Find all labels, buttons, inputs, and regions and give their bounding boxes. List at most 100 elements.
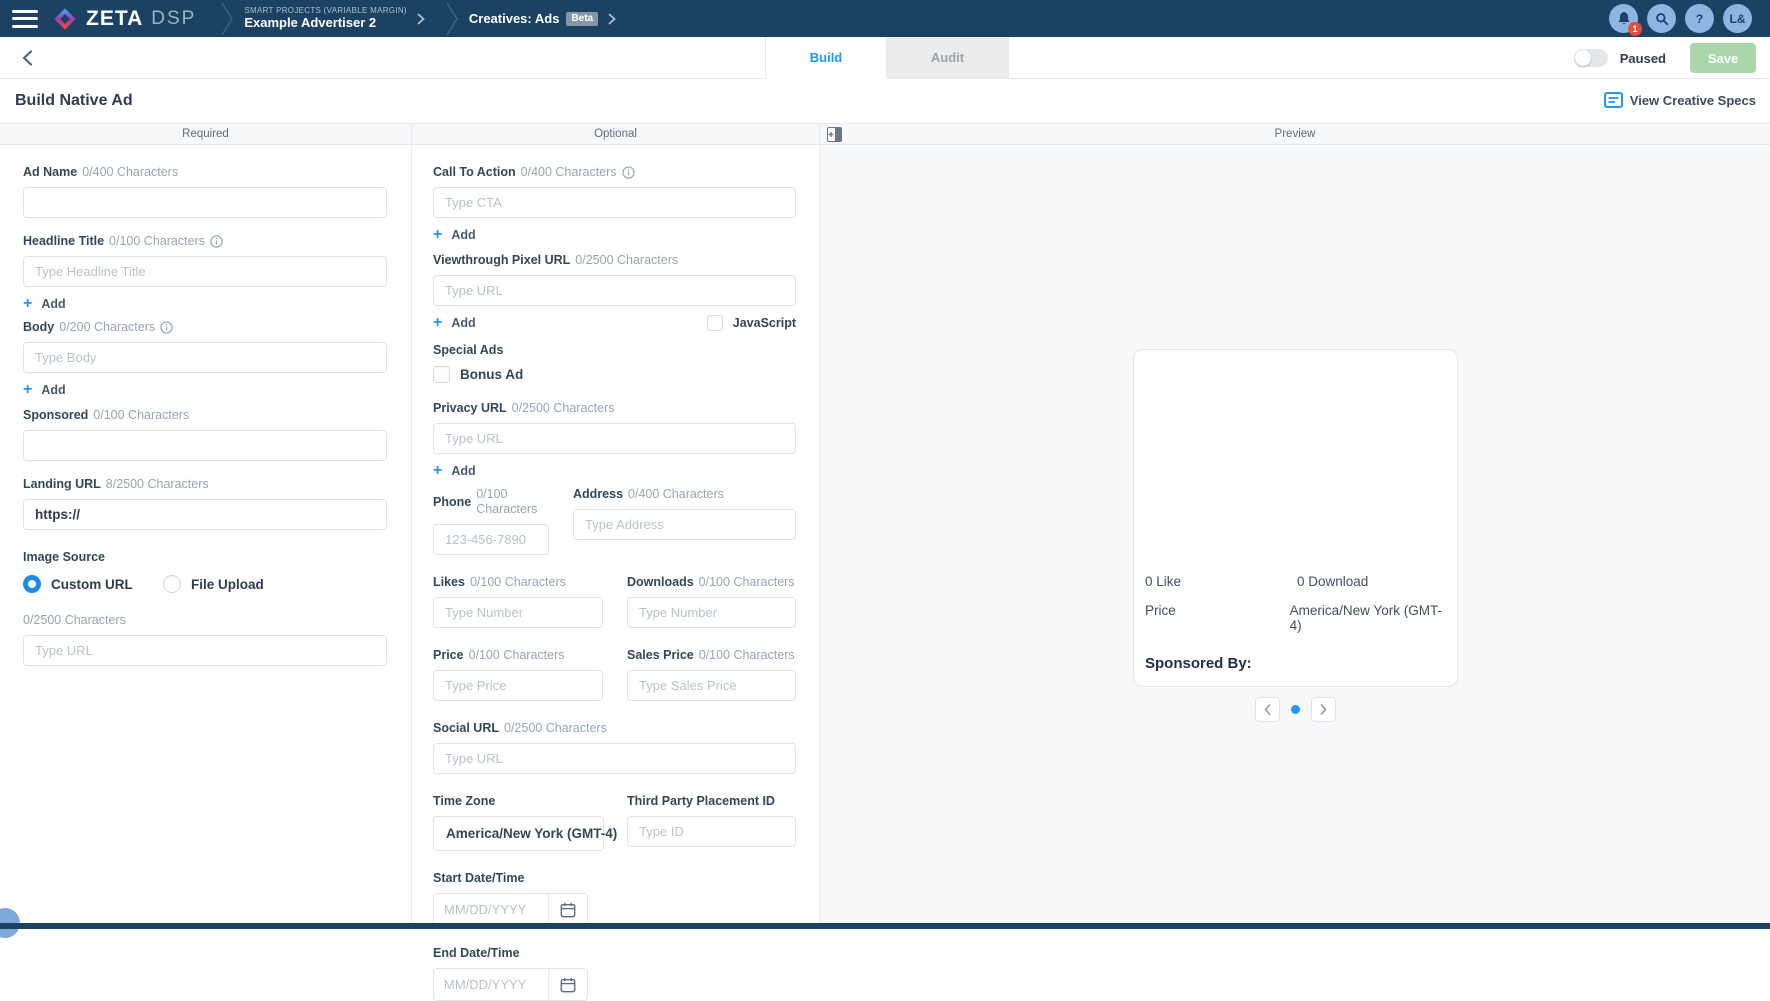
downloads-input[interactable] — [627, 597, 796, 628]
required-column-header: Required — [0, 124, 412, 144]
body-input[interactable] — [23, 342, 387, 373]
landing-url-input[interactable] — [23, 499, 387, 530]
sponsored-input[interactable] — [23, 430, 387, 461]
privacy-url-counter: 0/2500 Characters — [512, 401, 615, 416]
phone-input[interactable] — [433, 524, 549, 555]
address-input[interactable] — [573, 509, 796, 540]
brand-logo[interactable]: ZETA DSP — [52, 6, 196, 32]
plus-icon: + — [433, 316, 442, 330]
add-cta-button[interactable]: + Add — [433, 227, 476, 243]
view-creative-specs-link[interactable]: View Creative Specs — [1604, 92, 1756, 108]
viewthrough-input[interactable] — [433, 275, 796, 306]
notification-count-badge: 1 — [1628, 22, 1642, 36]
preview-timezone: America/New York (GMT-4) — [1290, 603, 1446, 633]
section-chevron-icon[interactable] — [608, 13, 616, 25]
likes-input[interactable] — [433, 597, 603, 628]
phone-group: Phone 0/100 Characters — [433, 487, 549, 555]
phone-label: Phone — [433, 495, 471, 510]
radio-file-upload[interactable]: File Upload — [163, 575, 264, 593]
preview-column: 0 Like 0 Download Price America/New York… — [820, 145, 1770, 923]
back-button[interactable] — [14, 45, 40, 71]
image-source-label: Image Source — [23, 550, 387, 565]
advertiser-chevron-icon[interactable] — [417, 13, 425, 25]
add-privacy-url-button[interactable]: + Add — [433, 463, 476, 479]
paused-toggle[interactable] — [1574, 49, 1608, 67]
image-url-input[interactable] — [23, 635, 387, 666]
sponsored-counter: 0/100 Characters — [93, 408, 189, 423]
sales-price-counter: 0/100 Characters — [699, 648, 795, 663]
ad-name-input[interactable] — [23, 187, 387, 218]
add-headline-button[interactable]: + Add — [23, 296, 66, 312]
footer-bar — [0, 923, 1770, 929]
title-bar: Build Native Ad View Creative Specs — [0, 79, 1770, 123]
price-group: Price 0/100 Characters — [433, 648, 603, 701]
navbar-left: ZETA DSP SMART PROJECTS (VARIABLE MARGIN… — [0, 0, 626, 37]
privacy-url-label: Privacy URL — [433, 401, 507, 416]
cta-counter: 0/400 Characters — [521, 165, 617, 180]
javascript-checkbox[interactable]: JavaScript — [707, 315, 796, 331]
social-url-group: Social URL 0/2500 Characters — [433, 721, 796, 774]
help-button[interactable]: ? — [1685, 4, 1714, 33]
radio-custom-url[interactable]: Custom URL — [23, 575, 163, 593]
search-icon — [1655, 12, 1669, 26]
radio-selected-icon — [23, 575, 41, 593]
sponsored-label: Sponsored — [23, 408, 88, 423]
pager-dot-active[interactable] — [1291, 705, 1300, 714]
headline-input[interactable] — [23, 256, 387, 287]
breadcrumb-section[interactable]: Creatives: Ads Beta — [469, 11, 598, 26]
collapse-panel-icon[interactable] — [827, 127, 842, 145]
price-input[interactable] — [433, 670, 603, 701]
add-body-button[interactable]: + Add — [23, 382, 66, 398]
pager-next-button[interactable] — [1311, 697, 1336, 722]
info-icon — [160, 321, 173, 334]
body-counter: 0/200 Characters — [59, 320, 155, 335]
tab-audit[interactable]: Audit — [887, 37, 1009, 79]
end-date-input[interactable] — [434, 969, 548, 1000]
headline-counter: 0/100 Characters — [109, 234, 205, 249]
end-date-calendar-button[interactable] — [548, 969, 587, 1000]
special-ads-group: Special Ads Bonus Ad — [433, 343, 796, 383]
cta-input[interactable] — [433, 187, 796, 218]
breadcrumb-divider-icon — [445, 2, 459, 36]
preview-pager — [1133, 697, 1458, 722]
beta-badge: Beta — [566, 12, 598, 26]
bonus-ad-checkbox[interactable]: Bonus Ad — [433, 366, 796, 383]
start-date-calendar-button[interactable] — [548, 894, 587, 925]
add-viewthrough-button[interactable]: + Add — [433, 315, 476, 331]
notifications-button[interactable]: 1 — [1609, 4, 1638, 33]
end-date-label: End Date/Time — [433, 946, 520, 961]
view-creative-specs-label: View Creative Specs — [1630, 93, 1756, 108]
ad-preview-card: 0 Like 0 Download Price America/New York… — [1133, 349, 1458, 687]
sales-price-input[interactable] — [627, 670, 796, 701]
preview-likes: 0 Like — [1145, 574, 1297, 589]
brand-dsp-text: DSP — [151, 8, 196, 30]
privacy-url-input[interactable] — [433, 423, 796, 454]
tab-build[interactable]: Build — [765, 37, 887, 79]
breadcrumb-section-label: Creatives: Ads — [469, 11, 560, 26]
menu-icon[interactable] — [12, 10, 38, 28]
downloads-label: Downloads — [627, 575, 694, 590]
user-avatar[interactable]: L& — [1723, 4, 1752, 33]
third-party-label: Third Party Placement ID — [627, 794, 775, 809]
content-area: Ad Name 0/400 Characters Headline Title … — [0, 145, 1770, 923]
social-url-input[interactable] — [433, 743, 796, 774]
start-date-input[interactable] — [434, 894, 548, 925]
navbar-right: 1 ? L& — [1609, 4, 1770, 33]
image-url-counter: 0/2500 Characters — [23, 613, 126, 628]
image-source-group: Image Source Custom URL File Upload — [23, 550, 387, 593]
breadcrumb-advertiser[interactable]: SMART PROJECTS (VARIABLE MARGIN) Example… — [244, 6, 407, 30]
user-initials: L& — [1730, 12, 1746, 26]
back-chevron-icon — [22, 50, 33, 66]
ad-name-group: Ad Name 0/400 Characters — [23, 165, 387, 218]
body-label: Body — [23, 320, 54, 335]
save-button[interactable]: Save — [1690, 43, 1756, 73]
address-counter: 0/400 Characters — [628, 487, 724, 502]
third-party-group: Third Party Placement ID — [627, 794, 796, 851]
likes-downloads-row: Likes 0/100 Characters Downloads 0/100 C… — [433, 575, 796, 628]
third-party-input[interactable] — [627, 816, 796, 847]
timezone-select[interactable]: America/New York (GMT-4) — [433, 816, 604, 851]
sales-price-label: Sales Price — [627, 648, 694, 663]
pager-prev-button[interactable] — [1255, 697, 1280, 722]
bell-icon — [1617, 11, 1631, 26]
search-button[interactable] — [1647, 4, 1676, 33]
